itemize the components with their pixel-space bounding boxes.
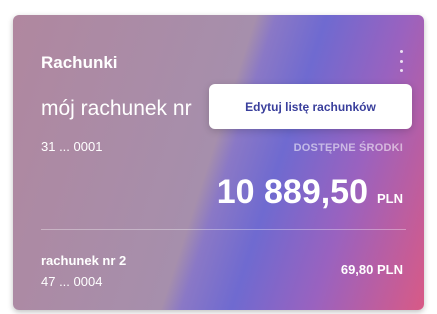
kebab-dot xyxy=(399,69,403,72)
kebab-dot xyxy=(399,50,403,53)
secondary-account-balance: 69,80 PLN xyxy=(340,262,403,277)
account-menu-popup: Edytuj listę rachunków xyxy=(209,84,412,129)
secondary-account-name[interactable]: rachunek nr 2 xyxy=(41,253,126,268)
secondary-account-number: 47 ... 0004 xyxy=(41,274,103,289)
edit-account-list-menu-item[interactable]: Edytuj listę rachunków xyxy=(245,100,376,114)
kebab-vertical-icon[interactable] xyxy=(395,50,407,72)
primary-balance-currency: PLN xyxy=(377,191,403,206)
divider xyxy=(41,229,406,230)
available-funds-label: DOSTĘPNE ŚRODKI xyxy=(293,142,403,154)
primary-account-number: 31 ... 0001 xyxy=(41,139,103,154)
accounts-card: Rachunki mój rachunek nr 31 ... 0001 DOS… xyxy=(13,15,424,310)
card-title: Rachunki xyxy=(41,53,118,72)
primary-balance-amount: 10 889,50 xyxy=(216,173,368,211)
primary-balance: 10 889,50 PLN xyxy=(217,173,403,212)
kebab-dot xyxy=(399,59,403,63)
primary-account-name[interactable]: mój rachunek nr xyxy=(41,97,192,121)
